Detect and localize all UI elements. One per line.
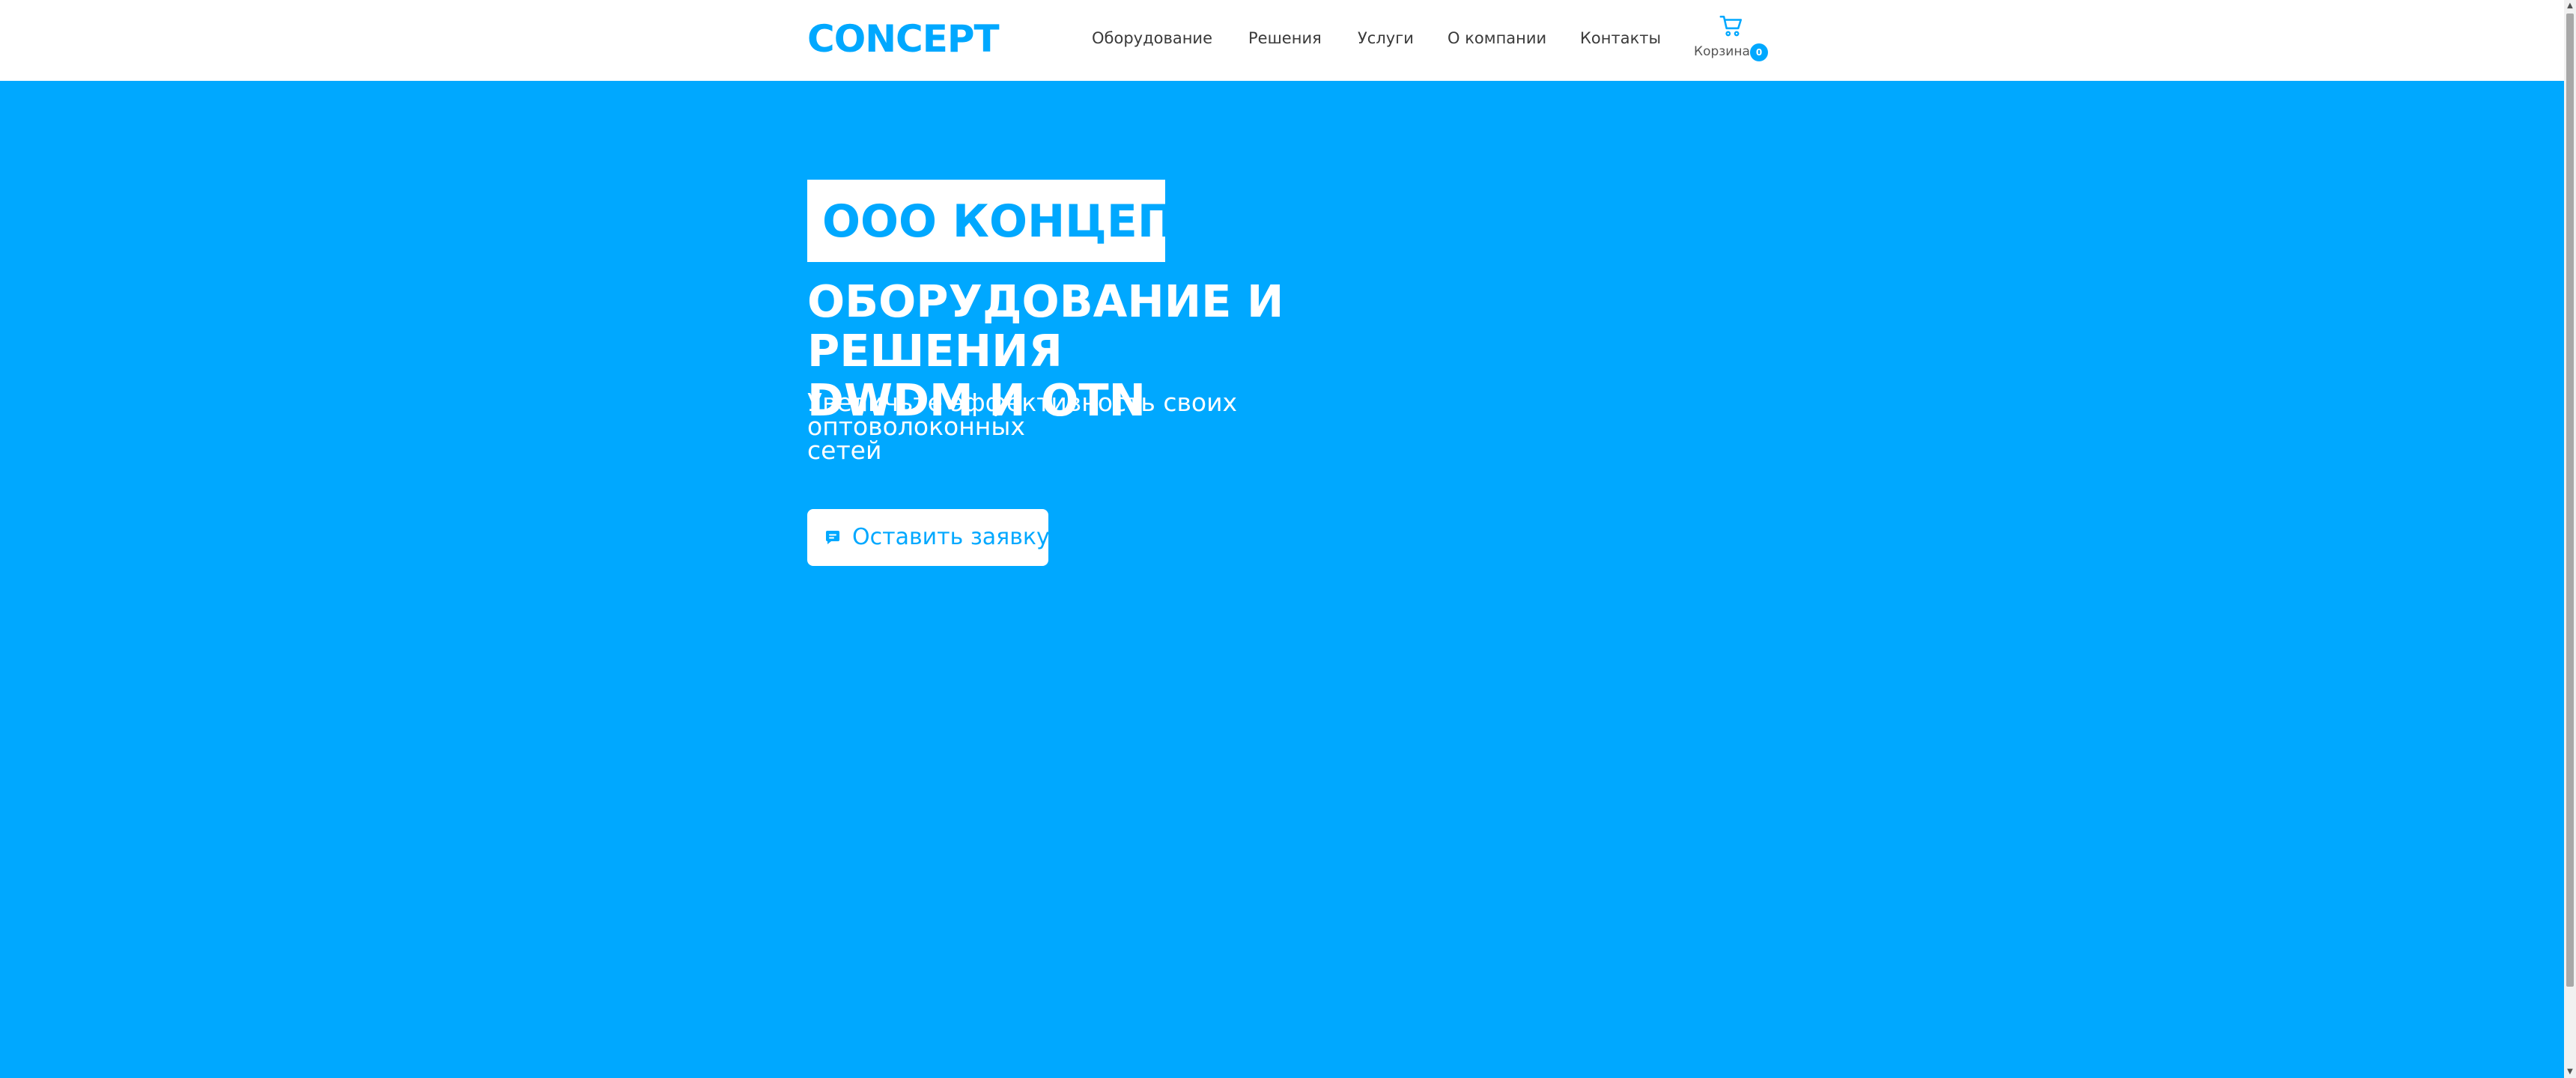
cart-button[interactable]: Корзина 0 [1694,13,1776,66]
request-button-label: Оставить заявку [852,524,1050,550]
site-header: CONCEPT Оборудование Решения Услуги О ко… [0,0,2564,81]
company-name: ООО КОНЦЕПТ [822,195,1206,248]
cart-label: Корзина [1694,44,1750,59]
hero-subtitle-line-1: Увеличьте эффективность своих оптоволоко… [807,388,1238,441]
nav-item-services[interactable]: Услуги [1358,27,1414,49]
nav-item-solutions[interactable]: Решения [1248,27,1322,49]
scroll-thumb[interactable] [2566,13,2574,987]
request-button[interactable]: Оставить заявку [807,509,1050,566]
hero-subtitle: Увеличьте эффективность своих оптоволоко… [807,388,1451,465]
cart-icon [1719,15,1743,37]
hero-title-line-1: ОБОРУДОВАНИЕ И РЕШЕНИЯ [807,275,1284,377]
nav-item-contacts[interactable]: Контакты [1580,27,1661,49]
scroll-up-icon[interactable]: ▲ [2564,0,2576,12]
hero-subtitle-line-2: сетей [807,436,882,465]
page: CONCEPT Оборудование Решения Услуги О ко… [0,0,2576,1078]
nav-item-equipment[interactable]: Оборудование [1092,27,1212,49]
logo[interactable]: CONCEPT [807,16,1000,61]
company-name-box: ООО КОНЦЕПТ [807,180,1206,262]
message-icon [826,531,839,544]
scroll-down-icon[interactable]: ▼ [2564,1066,2576,1078]
cart-count-badge: 0 [1750,43,1768,61]
nav-item-about[interactable]: О компании [1448,27,1546,49]
vertical-scrollbar[interactable]: ▲ ▼ [2564,0,2576,1078]
